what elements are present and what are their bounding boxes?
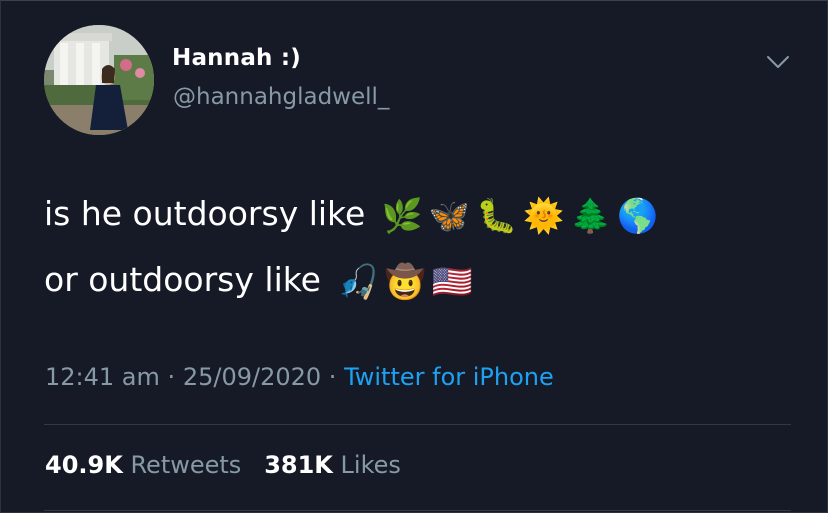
divider bbox=[44, 424, 791, 425]
retweets-stat[interactable]: 40.9K Retweets bbox=[45, 451, 241, 479]
tweet-time[interactable]: 12:41 am bbox=[45, 363, 160, 391]
us-flag-emoji-icon: 🇺🇸 bbox=[431, 262, 473, 301]
retweets-count: 40.9K bbox=[45, 451, 123, 479]
tweet-text-line-2: or outdoorsy like 🎣 🤠 🇺🇸 bbox=[44, 263, 473, 298]
herb-emoji-icon: 🌿 bbox=[381, 196, 423, 235]
tweet-metadata: 12:41 am · 25/09/2020 · Twitter for iPho… bbox=[45, 363, 554, 391]
fishing-pole-emoji-icon: 🎣 bbox=[337, 262, 379, 301]
likes-count: 381K bbox=[264, 451, 333, 479]
caterpillar-emoji-icon: 🐛 bbox=[475, 196, 518, 235]
sun-face-emoji-icon: 🌞 bbox=[523, 196, 565, 235]
likes-label: Likes bbox=[340, 451, 401, 479]
evergreen-tree-emoji-icon: 🌲 bbox=[570, 196, 612, 235]
meta-separator: · bbox=[167, 363, 176, 391]
tweet-stats: 40.9K Retweets 381K Likes bbox=[45, 451, 401, 479]
globe-emoji-icon: 🌎 bbox=[617, 196, 659, 235]
author-name[interactable]: Hannah :) bbox=[172, 45, 301, 71]
avatar-photo-icon bbox=[44, 25, 154, 135]
likes-stat[interactable]: 381K Likes bbox=[264, 451, 401, 479]
tweet-text-1: is he outdoorsy like bbox=[44, 194, 366, 233]
cowboy-face-emoji-icon: 🤠 bbox=[384, 262, 426, 301]
chevron-down-icon[interactable] bbox=[765, 49, 791, 75]
butterfly-emoji-icon: 🦋 bbox=[428, 196, 470, 235]
author-handle[interactable]: @hannahgladwell_ bbox=[173, 84, 389, 110]
tweet-card: Hannah :) @hannahgladwell_ is he outdoor… bbox=[0, 0, 828, 513]
retweets-label: Retweets bbox=[130, 451, 242, 479]
tweet-date[interactable]: 25/09/2020 bbox=[183, 363, 321, 391]
tweet-text-line-1: is he outdoorsy like 🌿 🦋 🐛 🌞 🌲 🌎 bbox=[44, 197, 658, 232]
tweet-source-link[interactable]: Twitter for iPhone bbox=[344, 363, 554, 391]
avatar[interactable] bbox=[44, 25, 154, 135]
meta-separator: · bbox=[328, 363, 337, 391]
divider bbox=[44, 510, 791, 511]
tweet-text-2: or outdoorsy like bbox=[44, 260, 321, 299]
